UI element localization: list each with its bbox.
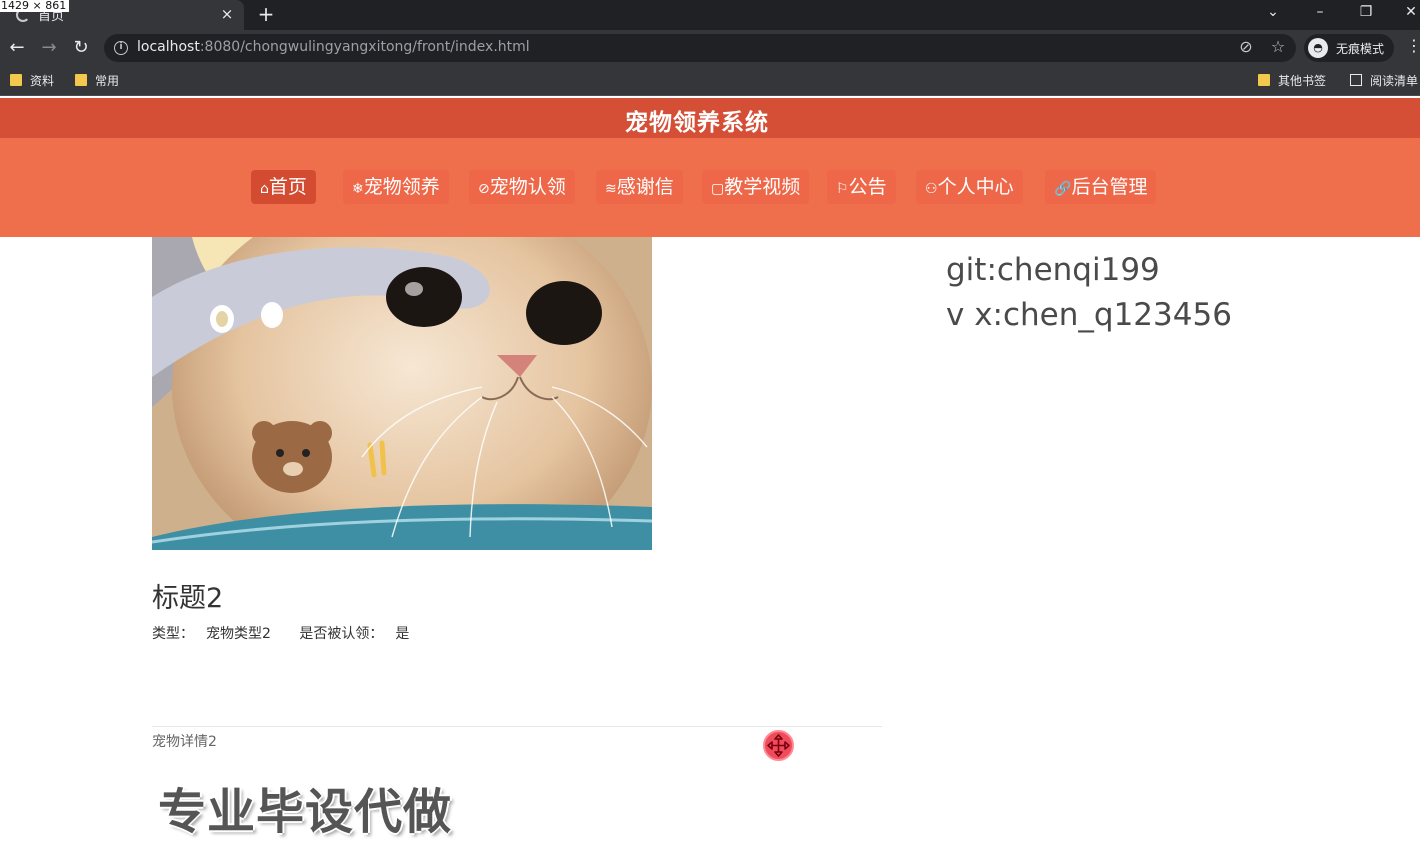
- close-window-icon[interactable]: ✕: [1401, 2, 1420, 22]
- contact-git: git:chenqi199: [946, 252, 1160, 288]
- bookmarks-bar: 资料 常用 其他书签 阅读清单: [0, 66, 1420, 96]
- minimize-icon[interactable]: –: [1310, 2, 1330, 22]
- contact-wechat: v x:chen_q123456: [946, 297, 1232, 333]
- nav-home[interactable]: ⌂首页: [251, 170, 316, 204]
- nav-pet-adoption[interactable]: ❄宠物领养: [343, 170, 449, 204]
- link-icon: 🔗: [1054, 181, 1072, 197]
- move-handle-icon[interactable]: [763, 730, 794, 761]
- reading-list-icon: [1350, 74, 1362, 86]
- pet-detail: 宠物详情2: [152, 734, 217, 750]
- incognito-label: 无痕模式: [1336, 42, 1385, 56]
- forward-icon[interactable]: →: [37, 36, 61, 60]
- eye-off-icon[interactable]: ⊘: [1236, 37, 1256, 56]
- browser-toolbar: ← → ↻ i localhost:8080/chongwulingyangxi…: [0, 30, 1420, 66]
- folder-icon: [1258, 74, 1270, 86]
- url-text[interactable]: localhost:8080/chongwulingyangxitong/fro…: [137, 39, 530, 55]
- bookmark-folder[interactable]: 资料: [10, 72, 54, 90]
- pet-meta: 类型： 宠物类型2 是否被认领：是: [152, 623, 433, 643]
- home-icon: ⌂: [260, 181, 269, 197]
- nav-admin[interactable]: 🔗后台管理: [1045, 170, 1157, 204]
- address-bar[interactable]: i localhost:8080/chongwulingyangxitong/f…: [104, 34, 1296, 62]
- tab-strip: 首页 × 1429 × 861 + ⌄ – ❐ ✕: [0, 0, 1420, 30]
- divider: [152, 726, 882, 727]
- star-icon[interactable]: ☆: [1268, 37, 1288, 56]
- nav-teaching-videos[interactable]: ▢教学视频: [702, 170, 810, 204]
- pet-image: [152, 237, 652, 550]
- incognito-badge[interactable]: ◓ 无痕模式: [1304, 34, 1394, 62]
- user-icon: ⚇: [925, 181, 938, 197]
- incognito-icon: ◓: [1308, 38, 1328, 58]
- dimensions-label: 1429 × 861: [0, 0, 70, 12]
- pet-title: 标题2: [152, 583, 224, 614]
- cat-illustration: [152, 237, 652, 550]
- new-tab-button[interactable]: +: [256, 2, 276, 26]
- pet-claimed-status: 是否被认领：是: [299, 626, 410, 642]
- video-icon: ▢: [711, 181, 725, 197]
- reading-list[interactable]: 阅读清单: [1350, 72, 1418, 90]
- tab-close-icon[interactable]: ×: [218, 4, 236, 24]
- tab-search-icon[interactable]: ⌄: [1263, 2, 1283, 22]
- site-title: 宠物领养系统: [625, 110, 769, 136]
- restore-icon[interactable]: ❐: [1356, 2, 1376, 22]
- list-icon: ≋: [605, 181, 617, 197]
- other-bookmarks[interactable]: 其他书签: [1258, 72, 1326, 90]
- bookmark-folder[interactable]: 常用: [75, 72, 119, 90]
- tag-icon: ⊘: [478, 181, 490, 197]
- nav-announcements[interactable]: ⚐公告: [827, 170, 896, 204]
- nav-personal-center[interactable]: ⚇个人中心: [916, 170, 1023, 204]
- folder-icon: [10, 74, 22, 86]
- pet-type: 类型： 宠物类型2: [152, 626, 271, 642]
- flag-icon: ⚐: [836, 181, 849, 197]
- contact-info: git:chenqi199 v x:chen_q123456: [946, 248, 1232, 338]
- more-menu-icon[interactable]: ⋮: [1406, 36, 1420, 55]
- folder-icon: [75, 74, 87, 86]
- nav-pet-claim[interactable]: ⊘宠物认领: [469, 170, 575, 204]
- snowflake-icon: ❄: [352, 181, 364, 197]
- reload-icon[interactable]: ↻: [69, 36, 93, 60]
- promo-watermark: 专业毕设代做: [158, 784, 453, 840]
- site-info-icon[interactable]: i: [114, 41, 128, 55]
- site-header: 宠物领养系统: [0, 98, 1420, 138]
- back-icon[interactable]: ←: [5, 36, 29, 60]
- main-nav: ⌂首页 ❄宠物领养 ⊘宠物认领 ≋感谢信 ▢教学视频 ⚐公告 ⚇个人中心 🔗后台…: [0, 138, 1420, 237]
- nav-thank-you-letters[interactable]: ≋感谢信: [596, 170, 683, 204]
